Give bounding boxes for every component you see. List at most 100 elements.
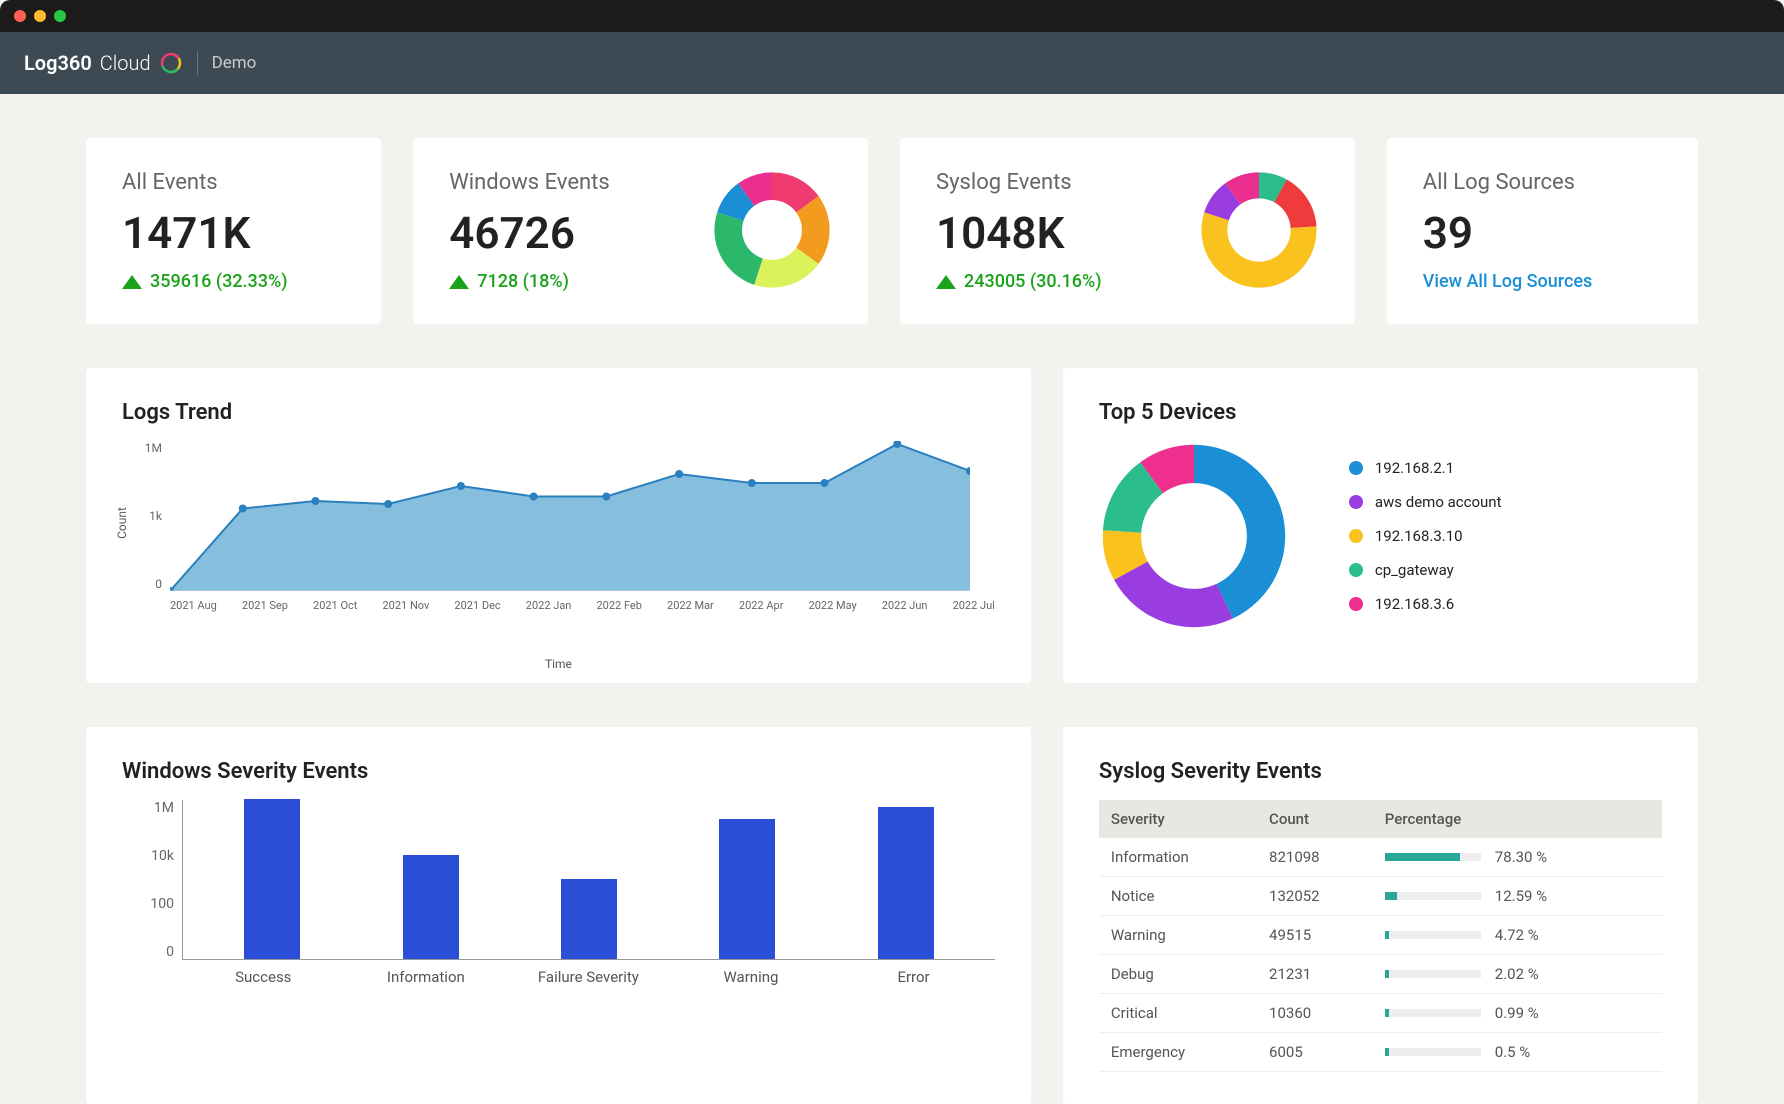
legend-item[interactable]: 192.168.2.1	[1349, 459, 1502, 477]
logs-trend-x-labels: 2021 Aug2021 Sep2021 Oct2021 Nov2021 Dec…	[170, 599, 995, 612]
app-header: Log360 Cloud Demo	[0, 32, 1784, 94]
stat-card-windows-events[interactable]: Windows Events 46726 7128 (18%)	[413, 138, 868, 324]
table-row[interactable]: Information 821098 78.30 %	[1099, 838, 1662, 877]
windows-severity-chart[interactable]: 1M10k1000 SuccessInformationFailure Seve…	[122, 800, 995, 1000]
legend-dot-icon	[1349, 597, 1363, 611]
percentageide-bar	[1385, 931, 1481, 939]
stat-title: All Log Sources	[1423, 170, 1593, 195]
ws-x-labels: SuccessInformationFailure SeverityWarnin…	[182, 968, 995, 986]
bar[interactable]	[244, 799, 300, 959]
legend-dot-icon	[1349, 529, 1363, 543]
table-row[interactable]: Notice 132052 12.59 %	[1099, 877, 1662, 916]
cell-percentage: 4.72 %	[1373, 916, 1662, 955]
windows-severity-card: Windows Severity Events 1M10k1000 Succes…	[86, 727, 1031, 1104]
stat-title: All Events	[122, 170, 288, 195]
cell-percentage: 0.99 %	[1373, 994, 1662, 1033]
th-severity[interactable]: Severity	[1099, 800, 1257, 838]
trend-up-icon	[936, 275, 956, 289]
legend-label: cp_gateway	[1375, 561, 1454, 579]
brand-name-2: Cloud	[100, 51, 151, 75]
windows-events-donut[interactable]	[712, 170, 832, 290]
cell-count: 10360	[1257, 994, 1373, 1033]
stat-card-log-sources[interactable]: All Log Sources 39 View All Log Sources	[1387, 138, 1698, 324]
legend-label: aws demo account	[1375, 493, 1502, 511]
logs-trend-title: Logs Trend	[122, 400, 995, 425]
legend-item[interactable]: 192.168.3.6	[1349, 595, 1502, 613]
legend-item[interactable]: 192.168.3.10	[1349, 527, 1502, 545]
top-devices-donut[interactable]	[1099, 441, 1289, 631]
ws-y-ticks: 1M10k1000	[122, 800, 174, 960]
syslog-severity-card: Syslog Severity Events Severity Count Pe…	[1063, 727, 1698, 1104]
bar[interactable]	[561, 879, 617, 959]
th-percentage[interactable]: Percentage	[1373, 800, 1662, 838]
view-all-log-sources-link[interactable]: View All Log Sources	[1423, 271, 1593, 292]
stat-change: 243005 (30.16%)	[936, 271, 1102, 292]
syslog-events-donut[interactable]	[1199, 170, 1319, 290]
stat-card-all-events[interactable]: All Events 1471K 359616 (32.33%)	[86, 138, 381, 324]
table-row[interactable]: Warning 49515 4.72 %	[1099, 916, 1662, 955]
logs-trend-chart[interactable]: Count 1M1k0 2021 Aug2021 Sep2021 Oct2021…	[122, 441, 995, 651]
brand-logo-icon	[159, 51, 183, 75]
trend-up-icon	[122, 275, 142, 289]
legend-label: 192.168.3.6	[1375, 595, 1454, 613]
bar[interactable]	[403, 855, 459, 959]
cell-severity: Notice	[1099, 877, 1257, 916]
top-devices-card: Top 5 Devices 192.168.2.1aws demo accoun…	[1063, 368, 1698, 683]
logs-trend-plot	[170, 441, 970, 591]
legend-label: 192.168.3.10	[1375, 527, 1463, 545]
th-count[interactable]: Count	[1257, 800, 1373, 838]
demo-label: Demo	[212, 53, 257, 73]
table-row[interactable]: Debug 21231 2.02 %	[1099, 955, 1662, 994]
stat-title: Syslog Events	[936, 170, 1102, 195]
cell-percentage: 0.5 %	[1373, 1033, 1662, 1072]
trend-up-icon	[449, 275, 469, 289]
stat-change: 7128 (18%)	[449, 271, 609, 292]
percentageide-bar	[1385, 1009, 1481, 1017]
charts-row-1: Logs Trend Count 1M1k0 2021 Aug2021 Sep2…	[86, 368, 1698, 683]
cell-count: 132052	[1257, 877, 1373, 916]
cell-severity: Information	[1099, 838, 1257, 877]
bar[interactable]	[878, 807, 934, 959]
dashboard-content: All Events 1471K 359616 (32.33%) Windows…	[0, 94, 1784, 1104]
cell-count: 21231	[1257, 955, 1373, 994]
cell-count: 821098	[1257, 838, 1373, 877]
stat-value: 1048K	[936, 207, 1102, 259]
percentageide-bar	[1385, 892, 1481, 900]
ws-plot	[182, 800, 995, 960]
cell-severity: Debug	[1099, 955, 1257, 994]
logs-trend-xlabel: Time	[122, 657, 995, 671]
table-row[interactable]: Critical 10360 0.99 %	[1099, 994, 1662, 1033]
percentageide-bar	[1385, 1048, 1481, 1056]
cell-severity: Warning	[1099, 916, 1257, 955]
table-row[interactable]: Emergency 6005 0.5 %	[1099, 1033, 1662, 1072]
legend-label: 192.168.2.1	[1375, 459, 1454, 477]
percentageide-bar	[1385, 853, 1481, 861]
logs-trend-card: Logs Trend Count 1M1k0 2021 Aug2021 Sep2…	[86, 368, 1031, 683]
cell-percentage: 78.30 %	[1373, 838, 1662, 877]
header-divider	[197, 51, 198, 75]
stat-value: 1471K	[122, 207, 288, 259]
stat-title: Windows Events	[449, 170, 609, 195]
window-minimize-icon[interactable]	[34, 10, 46, 22]
stat-value: 46726	[449, 207, 609, 259]
charts-row-2: Windows Severity Events 1M10k1000 Succes…	[86, 727, 1698, 1104]
bar[interactable]	[719, 819, 775, 959]
legend-dot-icon	[1349, 563, 1363, 577]
cell-percentage: 2.02 %	[1373, 955, 1662, 994]
cell-percentage: 12.59 %	[1373, 877, 1662, 916]
stat-value: 39	[1423, 207, 1593, 259]
window-chrome	[0, 0, 1784, 32]
syslog-severity-title: Syslog Severity Events	[1099, 759, 1662, 784]
brand: Log360 Cloud	[24, 51, 183, 75]
legend-item[interactable]: aws demo account	[1349, 493, 1502, 511]
cell-count: 6005	[1257, 1033, 1373, 1072]
window-close-icon[interactable]	[14, 10, 26, 22]
top-devices-legend: 192.168.2.1 aws demo account 192.168.3.10 c…	[1349, 459, 1502, 613]
cell-count: 49515	[1257, 916, 1373, 955]
legend-item[interactable]: cp_gateway	[1349, 561, 1502, 579]
cell-severity: Emergency	[1099, 1033, 1257, 1072]
windows-severity-title: Windows Severity Events	[122, 759, 995, 784]
cell-severity: Critical	[1099, 994, 1257, 1033]
stat-card-syslog-events[interactable]: Syslog Events 1048K 243005 (30.16%)	[900, 138, 1355, 324]
window-maximize-icon[interactable]	[54, 10, 66, 22]
